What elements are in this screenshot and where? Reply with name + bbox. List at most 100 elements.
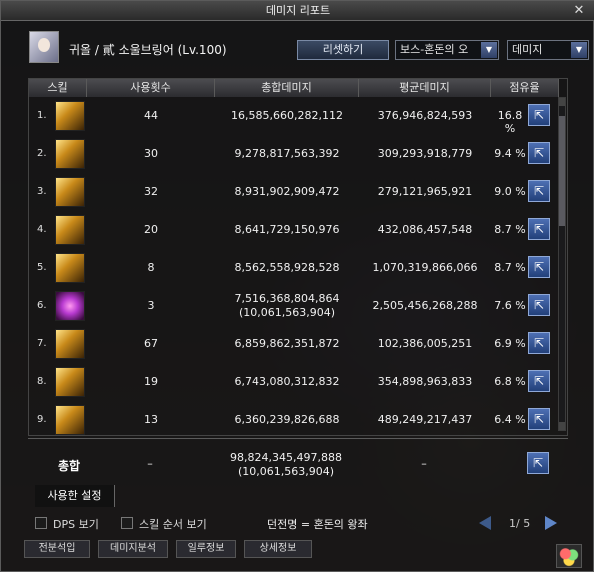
total-cell: 8,641,729,150,976 <box>234 223 340 236</box>
share-cell: 7.6 % <box>494 299 526 312</box>
row-index: 6. <box>37 300 47 311</box>
total-avg: – <box>421 457 427 470</box>
underlying-button-2[interactable]: 데미지분석 <box>98 540 168 558</box>
share-icon[interactable]: ⇱ <box>528 332 550 354</box>
underlying-button-4[interactable]: 상세정보 <box>244 540 312 558</box>
chevron-down-icon: ▼ <box>481 42 497 58</box>
skill-icon <box>55 253 85 283</box>
page-indicator: 1/ 5 <box>509 517 531 530</box>
uses-cell: 67 <box>144 337 158 350</box>
uses-cell: 13 <box>144 413 158 426</box>
uses-cell: 30 <box>144 147 158 160</box>
table-scrollbar[interactable] <box>558 97 566 431</box>
share-icon[interactable]: ⇱ <box>528 180 550 202</box>
share-cell: 9.0 % <box>494 185 526 198</box>
type-dropdown-value: 데미지 <box>512 43 543 56</box>
row-index: 8. <box>37 376 47 387</box>
close-icon[interactable]: ✕ <box>571 3 587 19</box>
avg-cell: 354,898,963,833 <box>377 375 473 388</box>
skill-icon <box>55 367 85 397</box>
skill-icon <box>55 329 85 359</box>
scroll-up-icon[interactable] <box>559 98 565 106</box>
share-cell: 6.4 % <box>494 413 526 426</box>
type-dropdown[interactable]: 데미지 ▼ <box>507 40 589 60</box>
boss-dropdown-value: 보스-혼돈의 오 <box>400 43 469 56</box>
underlying-button-3[interactable]: 일루정보 <box>176 540 236 558</box>
column-header-avg: 평균데미지 <box>359 79 491 97</box>
total-damage-sub: (10,061,563,904) <box>237 465 335 478</box>
total-sub-cell: (10,061,563,904) <box>238 306 336 319</box>
scroll-thumb[interactable] <box>559 116 565 226</box>
avg-cell: 309,293,918,779 <box>377 147 473 160</box>
skill-order-checkbox[interactable] <box>121 517 133 529</box>
avg-cell: 2,505,456,268,288 <box>372 299 478 312</box>
report-header: 귀올 / 貳 소울브링어 (Lv.100) 리셋하기 보스-혼돈의 오 ▼ 데미… <box>27 27 589 69</box>
share-icon[interactable]: ⇱ <box>527 452 549 474</box>
damage-table: 스킬 사용횟수 총합데미지 평균데미지 점유율 1. 44 16,585,660… <box>28 78 568 436</box>
reset-button[interactable]: 리셋하기 <box>297 40 389 60</box>
avg-cell: 376,946,824,593 <box>377 109 473 122</box>
table-row: 8. 19 6,743,080,312,832 354,898,963,833 … <box>29 363 559 401</box>
page-prev-icon[interactable] <box>479 516 491 530</box>
total-label: 총합 <box>58 459 81 473</box>
total-cell: 8,931,902,909,472 <box>234 185 340 198</box>
row-index: 4. <box>37 224 47 235</box>
total-cell: 9,278,817,563,392 <box>234 147 340 160</box>
share-icon[interactable]: ⇱ <box>528 218 550 240</box>
share-cell: 8.7 % <box>494 223 526 236</box>
share-icon[interactable]: ⇱ <box>528 142 550 164</box>
row-index: 1. <box>37 110 47 121</box>
damage-report-window: 데미지 리포트 ✕ 귀올 / 貳 소울브링어 (Lv.100) 리셋하기 보스-… <box>0 0 594 572</box>
dps-checkbox[interactable] <box>35 517 47 529</box>
total-cell: 6,859,862,351,872 <box>234 337 340 350</box>
skill-icon <box>55 101 85 131</box>
total-damage: 98,824,345,497,888 <box>230 451 342 464</box>
total-cell: 8,562,558,928,528 <box>234 261 340 274</box>
dungeon-name: 던전명 = 혼돈의 왕좌 <box>267 518 368 531</box>
row-index: 5. <box>37 262 47 273</box>
uses-cell: 19 <box>144 375 158 388</box>
table-row: 4. 20 8,641,729,150,976 432,086,457,548 … <box>29 211 559 249</box>
tab-used-settings[interactable]: 사용한 설정 <box>35 485 115 507</box>
uses-cell: 32 <box>144 185 158 198</box>
skill-order-label: 스킬 순서 보기 <box>139 518 207 531</box>
row-index: 7. <box>37 338 47 349</box>
share-icon[interactable]: ⇱ <box>528 294 550 316</box>
uses-cell: 44 <box>144 109 158 122</box>
underlying-button-1[interactable]: 전분석입 <box>24 540 90 558</box>
skill-icon <box>55 405 85 435</box>
scroll-down-icon[interactable] <box>559 422 565 430</box>
skill-icon <box>55 215 85 245</box>
table-row: 9. 13 6,360,239,826,688 489,249,217,437 … <box>29 401 559 439</box>
avg-cell: 279,121,965,921 <box>377 185 473 198</box>
boss-dropdown[interactable]: 보스-혼돈의 오 ▼ <box>395 40 499 60</box>
share-cell: 9.4 % <box>494 147 526 160</box>
share-icon[interactable]: ⇱ <box>528 104 550 126</box>
table-row: 6. 3 7,516,368,804,864 (10,061,563,904) … <box>29 287 559 325</box>
character-avatar <box>29 31 59 63</box>
avg-cell: 1,070,319,866,066 <box>372 261 478 274</box>
window-titlebar[interactable]: 데미지 리포트 ✕ <box>1 1 594 21</box>
row-index: 3. <box>37 186 47 197</box>
tray-app-icon[interactable] <box>556 544 582 568</box>
table-row: 7. 67 6,859,862,351,872 102,386,005,251 … <box>29 325 559 363</box>
share-icon[interactable]: ⇱ <box>528 408 550 430</box>
avg-cell: 489,249,217,437 <box>377 413 473 426</box>
share-icon[interactable]: ⇱ <box>528 256 550 278</box>
chevron-down-icon: ▼ <box>571 42 587 58</box>
share-cell: 8.7 % <box>494 261 526 274</box>
skill-icon <box>55 139 85 169</box>
share-cell: 6.9 % <box>494 337 526 350</box>
page-next-icon[interactable] <box>545 516 557 530</box>
column-header-total: 총합데미지 <box>215 79 359 97</box>
column-header-share: 점유율 <box>491 79 559 97</box>
avg-cell: 432,086,457,548 <box>377 223 473 236</box>
window-title: 데미지 리포트 <box>265 4 331 17</box>
share-cell: 6.8 % <box>494 375 526 388</box>
share-icon[interactable]: ⇱ <box>528 370 550 392</box>
share-cell: 16.8 % <box>497 109 523 135</box>
column-header-uses: 사용횟수 <box>87 79 215 97</box>
underlying-ui-buttons: 전분석입 데미지분석 일루정보 상세정보 <box>24 540 314 558</box>
character-name: 귀올 / 貳 소울브링어 (Lv.100) <box>69 43 227 57</box>
skill-icon <box>55 291 85 321</box>
